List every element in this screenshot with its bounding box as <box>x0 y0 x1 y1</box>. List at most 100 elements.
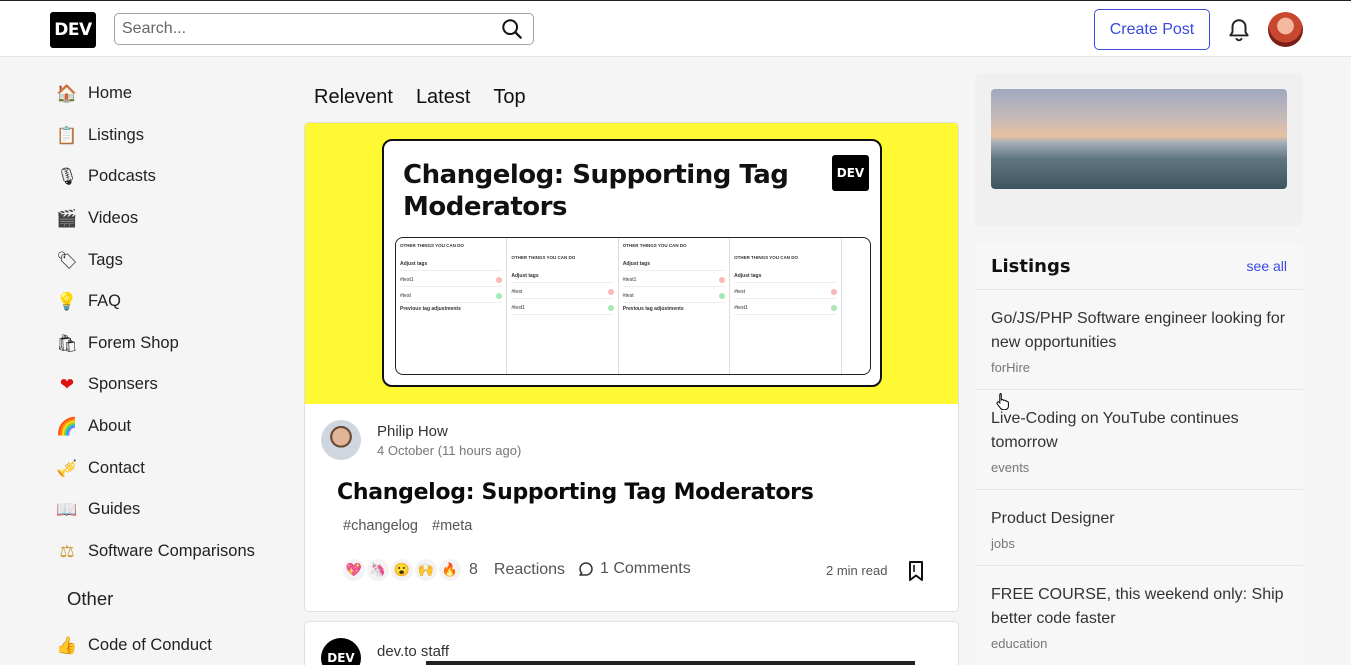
user-avatar[interactable] <box>1268 12 1303 47</box>
tag-icon: 🏷 <box>56 250 78 270</box>
listing-item[interactable]: FREE COURSE, this weekend only: Ship bet… <box>975 566 1303 665</box>
listing-category: education <box>991 636 1048 651</box>
listing-title[interactable]: Go/JS/PHP Software engineer looking for … <box>991 307 1287 355</box>
cover-shot-text: Adjust tags <box>511 273 539 279</box>
sidebar-item-label: Software Comparisons <box>88 541 255 560</box>
sidebar-item-label: Podcasts <box>88 167 156 186</box>
sidebar-item-faq[interactable]: 💡 FAQ <box>55 281 295 323</box>
sidebar-banner <box>975 73 1303 226</box>
rainbow-dev-icon: 🌈 <box>56 417 78 437</box>
author-name[interactable]: dev.to staff <box>377 643 449 660</box>
cover-shot-text: Adjust tags <box>400 261 428 267</box>
cover-shot-column: OTHER THINGS YOU CAN DO Adjust tags #tes… <box>730 238 842 374</box>
banner-image[interactable] <box>991 89 1287 189</box>
bell-icon[interactable] <box>1226 17 1252 43</box>
left-sidebar: 🏠 Home 📋 Listings 🎙 Podcasts 🎬 Videos 🏷 Tags … <box>55 73 295 665</box>
listing-category: events <box>991 460 1030 475</box>
cover-shot-text: #test1 <box>622 277 637 283</box>
bookmark-icon[interactable] <box>907 560 925 582</box>
listing-item[interactable]: Live-Coding on YouTube continues tomorro… <box>975 390 1303 490</box>
cover-shot-text: Previous tag adjustments <box>400 306 461 312</box>
cover-shot-text: #test <box>511 289 523 295</box>
create-post-button[interactable]: Create Post <box>1094 9 1210 50</box>
post-date: 4 October (11 hours ago) <box>377 442 522 458</box>
cover-title: Changelog: Supporting Tag Moderators <box>403 160 789 222</box>
post-card[interactable]: DEV dev.to staff <box>304 621 959 665</box>
shopping-bag-icon: 🛍 <box>56 333 78 353</box>
video-icon: 🎬 <box>56 209 78 229</box>
sidebar-item-about[interactable]: 🌈 About <box>55 406 295 448</box>
sidebar-item-label: Contact <box>88 458 145 477</box>
search-icon[interactable] <box>501 18 523 40</box>
cover-shot-text: #test <box>622 293 634 299</box>
cover-shot-column: OTHER THINGS YOU CAN DO Adjust tags #tes… <box>396 238 508 374</box>
cover-screenshot: OTHER THINGS YOU CAN DO Adjust tags #tes… <box>395 237 871 375</box>
sidebar-item-home[interactable]: 🏠 Home <box>55 73 295 115</box>
read-time: 2 min read <box>826 563 888 578</box>
hand-cursor-icon <box>996 393 1009 410</box>
listing-item[interactable]: Product Designer jobs <box>975 490 1303 566</box>
raised-hands-reaction-icon: 🙌 <box>415 559 437 581</box>
listing-title[interactable]: Product Designer <box>991 507 1287 531</box>
cover-shot-text: Previous tag adjustments <box>622 306 684 312</box>
reactions-button[interactable]: 💖 🦄 😮 🙌 🔥 8 Reactions <box>343 559 565 581</box>
post-cover-image[interactable]: Changelog: Supporting Tag Moderators DEV… <box>305 123 958 404</box>
sidebar-item-label: Home <box>88 84 133 103</box>
sidebar-item-software-comparisons[interactable]: ⚖ Software Comparisons <box>55 531 295 573</box>
listing-title[interactable]: Live-Coding on YouTube continues tomorro… <box>991 407 1287 455</box>
post-author[interactable]: Philip How 4 October (11 hours ago) <box>321 420 521 460</box>
listings-title: Listings <box>991 255 1071 277</box>
cover-shot-text: #test <box>734 289 745 295</box>
listing-category: forHire <box>991 360 1031 375</box>
trumpet-icon: 🎺 <box>56 458 78 478</box>
cover-shot-text: #test1 <box>400 277 414 283</box>
tab-top[interactable]: Top <box>493 86 525 109</box>
sidebar-item-guides[interactable]: 📖 Guides <box>55 489 295 531</box>
post-card[interactable]: Changelog: Supporting Tag Moderators DEV… <box>304 122 959 612</box>
post-title[interactable]: Changelog: Supporting Tag Moderators <box>337 480 814 505</box>
top-header: DEV Create Post <box>0 0 1351 57</box>
cover-frame: Changelog: Supporting Tag Moderators DEV… <box>382 139 882 387</box>
scales-icon: ⚖ <box>59 541 75 561</box>
sidebar-item-sponsers[interactable]: ❤ Sponsers <box>55 364 295 406</box>
sidebar-item-code-of-conduct[interactable]: 👍 Code of Conduct <box>55 625 295 665</box>
cover-shot-column <box>842 238 870 374</box>
sidebar-item-label: Code of Conduct <box>88 636 212 655</box>
see-all-link[interactable]: see all <box>1247 258 1287 274</box>
search-input[interactable] <box>115 14 485 44</box>
cover-shot-text: Adjust tags <box>622 261 650 267</box>
feed-tabs: Relevent Latest Top <box>314 86 526 109</box>
comments-button[interactable]: 1 Comments <box>577 560 691 578</box>
cover-shot-column: OTHER THINGS YOU CAN DO Adjust tags #tes… <box>507 238 619 374</box>
dev-logo[interactable]: DEV <box>50 12 96 48</box>
heart-reaction-icon: 💖 <box>343 559 365 581</box>
sidebar-other-heading: Other <box>67 587 114 609</box>
fire-reaction-icon: 🔥 <box>439 559 461 581</box>
tab-relevent[interactable]: Relevent <box>314 86 393 109</box>
comments-label: 1 Comments <box>600 560 691 577</box>
unicorn-reaction-icon: 🦄 <box>367 559 389 581</box>
listing-item[interactable]: Go/JS/PHP Software engineer looking for … <box>975 290 1303 390</box>
thumbs-up-icon: 👍 <box>56 636 78 656</box>
listing-title[interactable]: FREE COURSE, this weekend only: Ship bet… <box>991 583 1287 631</box>
author-name[interactable]: Philip How <box>377 423 521 440</box>
sidebar-item-forem-shop[interactable]: 🛍 Forem Shop <box>55 323 295 365</box>
listings-icon: 📋 <box>56 125 78 145</box>
author-avatar[interactable]: DEV <box>321 638 361 665</box>
sidebar-item-label: Listings <box>88 125 144 144</box>
cover-shot-text: #test1 <box>511 305 525 311</box>
heart-icon: ❤ <box>59 375 75 395</box>
tag-link[interactable]: #changelog <box>343 518 418 534</box>
sidebar-item-contact[interactable]: 🎺 Contact <box>55 447 295 489</box>
search-box[interactable] <box>114 13 534 45</box>
author-avatar[interactable] <box>321 420 361 460</box>
tag-link[interactable]: #meta <box>432 518 472 534</box>
sidebar-item-tags[interactable]: 🏷 Tags <box>55 239 295 281</box>
tab-latest[interactable]: Latest <box>416 86 470 109</box>
listings-header: Listings see all <box>975 243 1303 290</box>
sidebar-item-videos[interactable]: 🎬 Videos <box>55 198 295 240</box>
microphone-icon: 🎙 <box>56 167 78 187</box>
exploding-head-reaction-icon: 😮 <box>391 559 413 581</box>
sidebar-item-podcasts[interactable]: 🎙 Podcasts <box>55 156 295 198</box>
sidebar-item-listings[interactable]: 📋 Listings <box>55 115 295 157</box>
